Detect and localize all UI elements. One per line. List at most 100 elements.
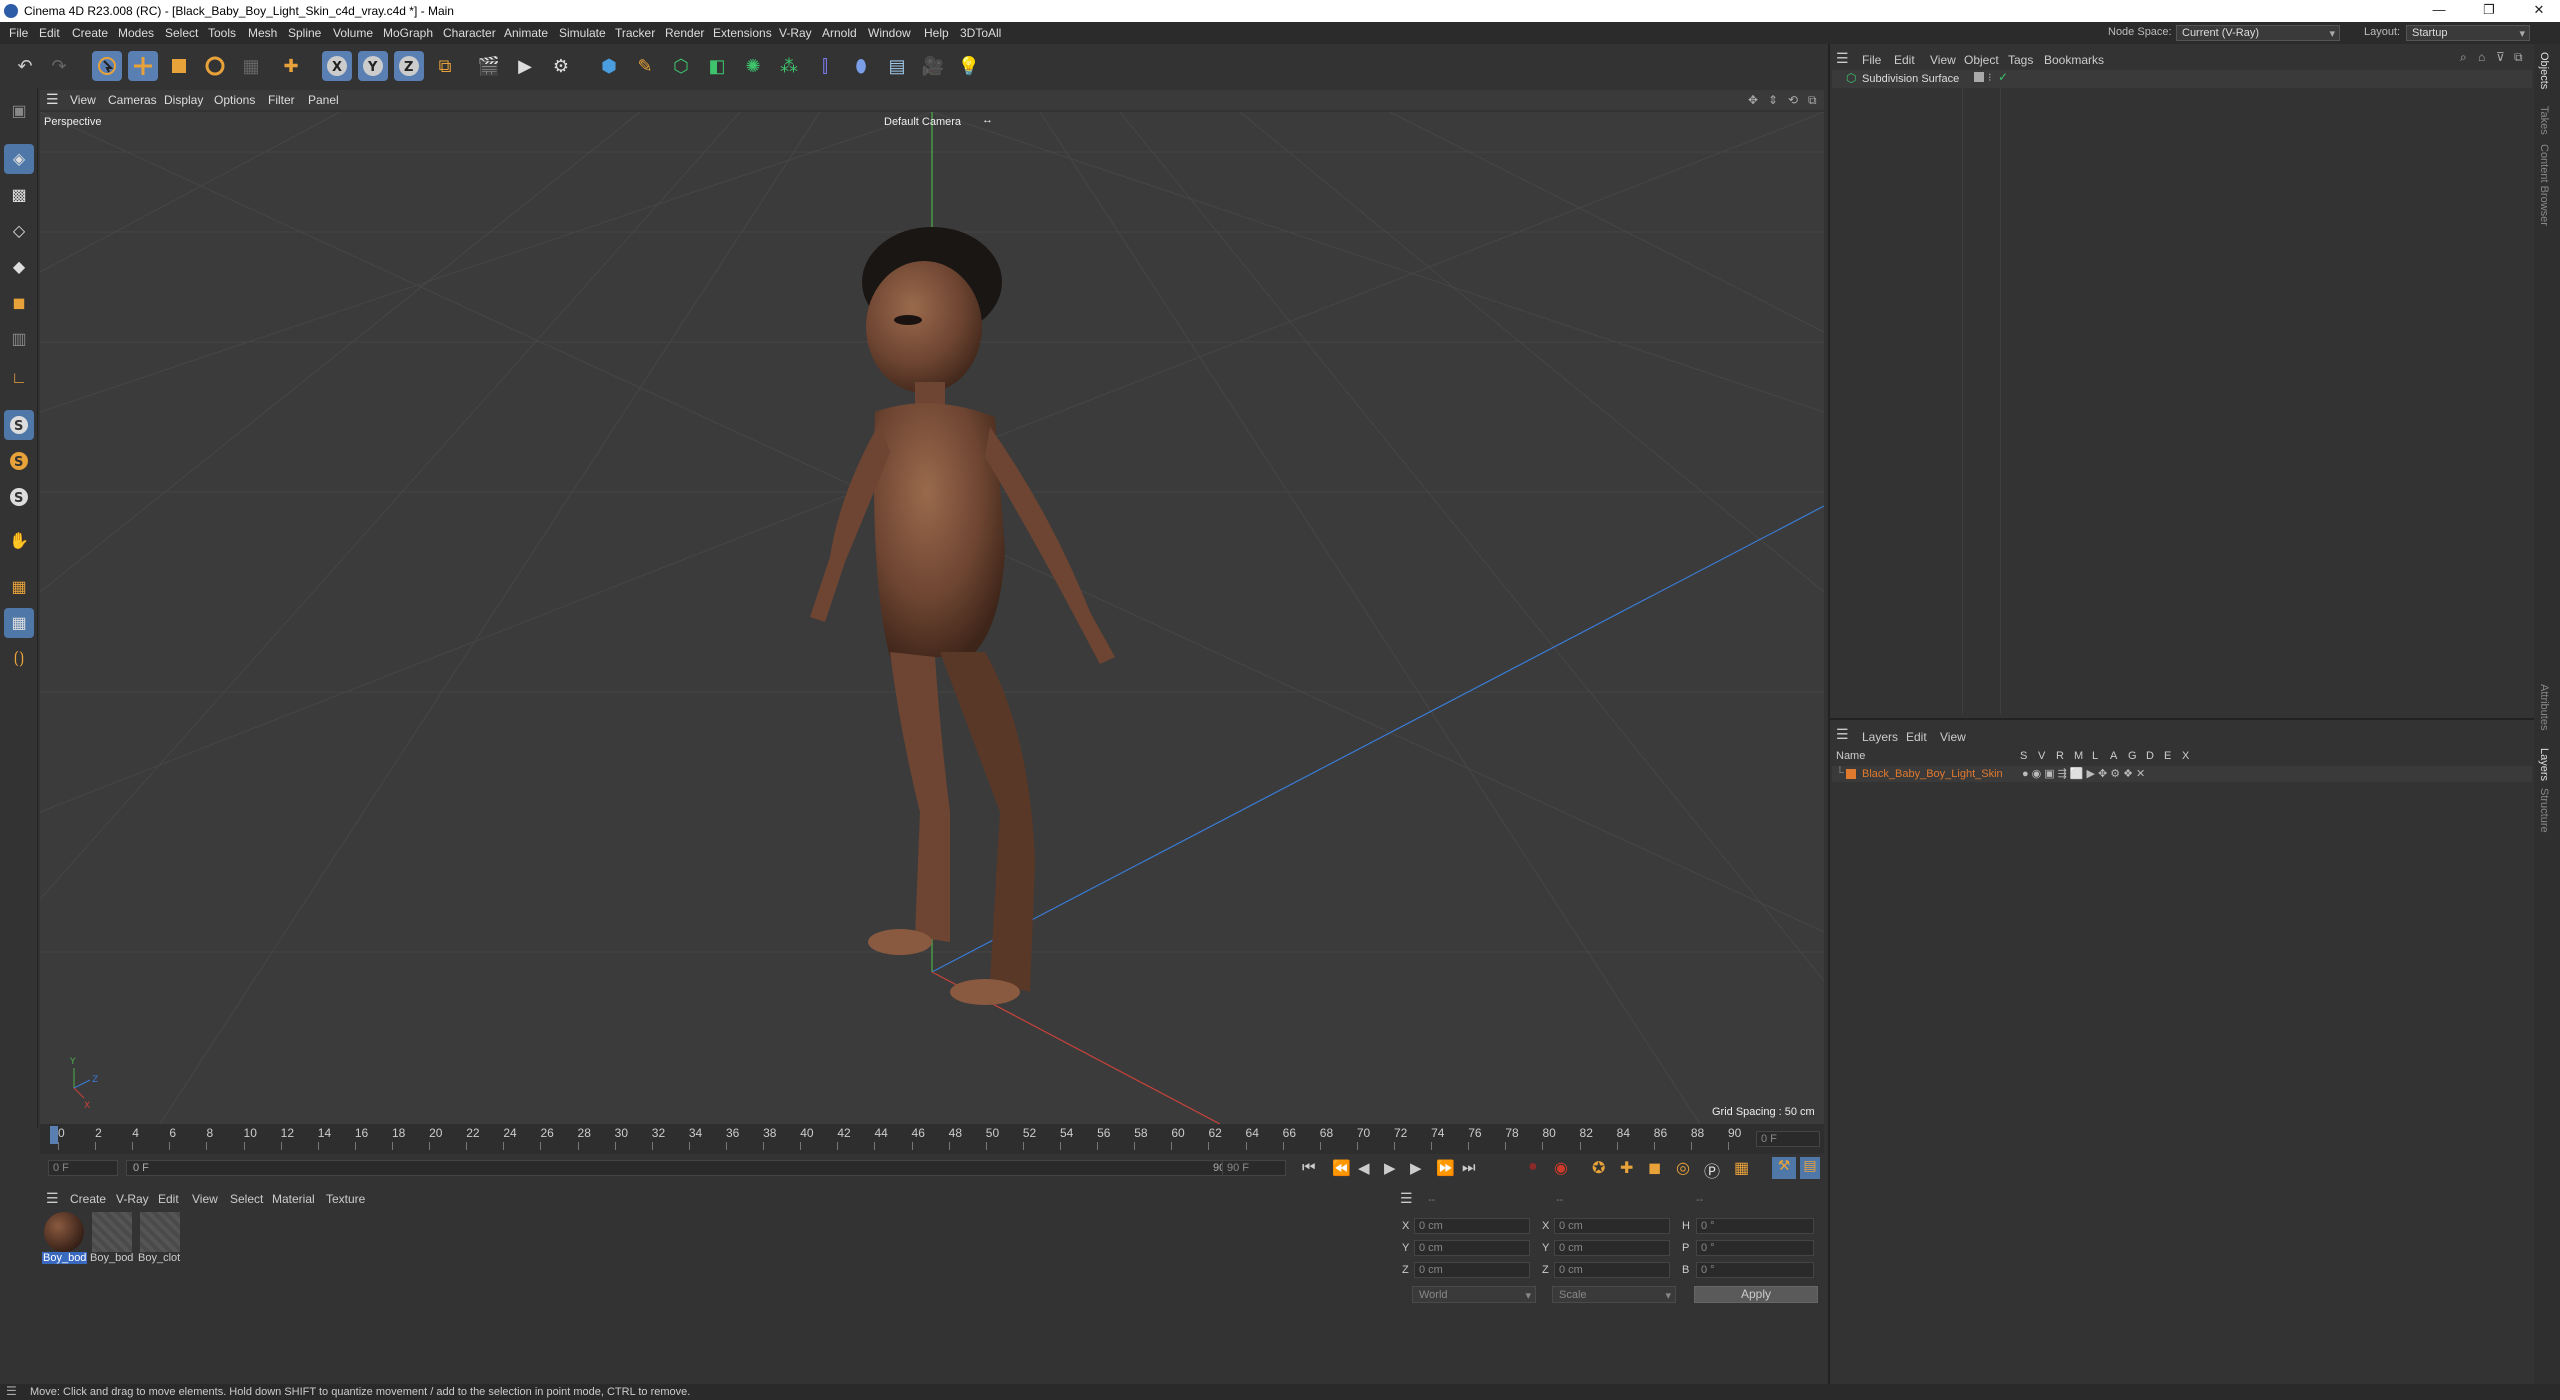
key-scale-icon[interactable]: ◼ (1648, 1158, 1661, 1178)
menu-tools[interactable]: Tools (208, 26, 236, 40)
layer-column-header[interactable]: E (2164, 750, 2171, 762)
extrude-generator-icon[interactable]: ◧ (702, 51, 732, 81)
layer-flags-icons[interactable]: ●◉▣⇶⬜▶✥⚙❖✕ (2022, 767, 2148, 780)
tab-takes[interactable]: Takes (2538, 106, 2550, 135)
workplane-snap-icon[interactable]: S (4, 482, 34, 512)
coordinate-mode-dropdown[interactable]: World ▾ (1412, 1286, 1536, 1303)
lock-workplane-icon[interactable]: ✋ (4, 526, 34, 556)
layer-color-swatch[interactable] (1846, 769, 1856, 779)
viewport-zoom-icon[interactable]: ⇕ (1768, 93, 1778, 107)
z-axis-lock-icon[interactable]: Z (394, 51, 424, 81)
viewport-move-icon[interactable]: ✥ (1748, 93, 1758, 107)
previous-frame-icon[interactable]: ◀ (1358, 1159, 1370, 1177)
menu-animate[interactable]: Animate (504, 26, 548, 40)
size-x-field[interactable]: 0 cm (1554, 1218, 1670, 1234)
cube-primitive-icon[interactable]: ⬢ (594, 51, 624, 81)
layer-column-header[interactable]: L (2092, 750, 2098, 762)
autokey-icon[interactable]: ◉ (1554, 1158, 1568, 1178)
visibility-dot-icon[interactable] (1974, 72, 1984, 82)
timeline-ruler[interactable]: 0 2 4 6 8 10 12 14 16 18 20 22 24 26 28 30 32 34 36 38 40 42 4… (40, 1124, 1824, 1154)
object-menu-file[interactable]: File (1862, 53, 1881, 67)
viewport-menu-cameras[interactable]: Cameras (108, 93, 157, 107)
hamburger-icon[interactable]: ☰ (1836, 726, 1849, 743)
grid-icon[interactable]: ▦ (4, 608, 34, 638)
baby-model[interactable] (810, 227, 1115, 1005)
3d-viewport[interactable]: Y Z X Perspective Default Camera ↔ Grid … (40, 112, 1824, 1124)
object-row[interactable]: ⬡ Subdivision Surface ⁝ ✓ (1832, 70, 2532, 88)
menu-arnold[interactable]: Arnold (822, 26, 857, 40)
previous-key-icon[interactable]: ⏪ (1332, 1159, 1351, 1177)
tab-layers[interactable]: Layers (2538, 748, 2550, 781)
coordinate-system-icon[interactable]: ⧉ (430, 51, 460, 81)
x-axis-lock-icon[interactable]: X (322, 51, 352, 81)
key-rotation-icon[interactable]: ◎ (1676, 1158, 1690, 1178)
key-parameter-icon[interactable]: Ⓟ (1704, 1158, 1720, 1182)
menu-3dtoall[interactable]: 3DToAll (960, 26, 1001, 40)
deformer-icon[interactable]: ⁂ (774, 51, 804, 81)
object-menu-object[interactable]: Object (1964, 53, 1999, 67)
y-axis-lock-icon[interactable]: Y (358, 51, 388, 81)
viewport-maximize-icon[interactable]: ⧉ (1808, 93, 1817, 108)
apply-button[interactable]: Apply (1694, 1286, 1818, 1303)
new-window-icon[interactable]: ⧉ (2514, 50, 2523, 65)
layer-column-header[interactable]: S (2020, 750, 2027, 762)
menu-render[interactable]: Render (665, 26, 704, 40)
menu-volume[interactable]: Volume (333, 26, 373, 40)
minimize-button[interactable]: — (2424, 2, 2454, 20)
axis-mode-icon[interactable]: ∟ (4, 364, 34, 394)
playhead[interactable] (50, 1126, 58, 1144)
material-menu-material[interactable]: Material (272, 1192, 315, 1206)
viewport-menu-panel[interactable]: Panel (308, 93, 339, 107)
menu-select[interactable]: Select (165, 26, 198, 40)
menu-window[interactable]: Window (868, 26, 911, 40)
node-space-dropdown[interactable]: Current (V-Ray) ▾ (2176, 25, 2340, 41)
menu-modes[interactable]: Modes (118, 26, 154, 40)
menu-mograph[interactable]: MoGraph (383, 26, 433, 40)
start-frame-field[interactable]: 0 F (48, 1160, 118, 1176)
camera-icon[interactable]: 🎥 (918, 51, 948, 81)
rot-h-field[interactable]: 0 ° (1696, 1218, 1814, 1234)
hamburger-icon[interactable]: ☰ (1836, 50, 1849, 67)
layer-menu-edit[interactable]: Edit (1906, 730, 1927, 744)
hamburger-icon[interactable]: ☰ (46, 1190, 59, 1207)
pen-spline-icon[interactable]: ✎ (630, 51, 660, 81)
size-z-field[interactable]: 0 cm (1554, 1262, 1670, 1278)
home-icon[interactable]: ⌂ (2478, 50, 2485, 64)
go-to-end-icon[interactable]: ⏭ (1462, 1159, 1476, 1176)
hamburger-icon[interactable]: ☰ (6, 1384, 17, 1398)
enabled-check-icon[interactable]: ✓ (1998, 70, 2008, 84)
layer-column-header[interactable]: G (2128, 750, 2137, 762)
object-menu-tags[interactable]: Tags (2008, 53, 2033, 67)
menu-mesh[interactable]: Mesh (248, 26, 277, 40)
menu-create[interactable]: Create (72, 26, 108, 40)
next-key-icon[interactable]: ⏩ (1436, 1159, 1455, 1177)
menu-character[interactable]: Character (443, 26, 496, 40)
viewport-menu-display[interactable]: Display (164, 93, 203, 107)
play-icon[interactable]: ▶ (1384, 1159, 1396, 1177)
rot-p-field[interactable]: 0 ° (1696, 1240, 1814, 1256)
active-camera-label[interactable]: Default Camera (884, 116, 961, 128)
scene-icon[interactable]: ⬮ (846, 51, 876, 81)
viewport-rotate-icon[interactable]: ⟲ (1788, 93, 1798, 107)
menu-vray[interactable]: V-Ray (779, 26, 812, 40)
record-icon[interactable]: ● (1528, 1158, 1538, 1176)
layer-column-header[interactable]: V (2038, 750, 2045, 762)
material-menu-texture[interactable]: Texture (326, 1192, 365, 1206)
rot-b-field[interactable]: 0 ° (1696, 1262, 1814, 1278)
object-menu-view[interactable]: View (1930, 53, 1956, 67)
key-pla-icon[interactable]: ▦ (1734, 1158, 1749, 1178)
uv-mode-icon[interactable]: ▥ (4, 324, 34, 354)
viewport-menu-view[interactable]: View (70, 93, 96, 107)
object-menu-edit[interactable]: Edit (1894, 53, 1915, 67)
rotate-tool-icon[interactable] (200, 51, 230, 81)
polygon-mode-icon[interactable]: ◼ (4, 288, 34, 318)
field-icon[interactable]: ⫿ (810, 51, 840, 81)
mograph-cloner-icon[interactable]: ✺ (738, 51, 768, 81)
menu-tracker[interactable]: Tracker (615, 26, 655, 40)
render-region-icon[interactable]: 🎬 (474, 51, 504, 81)
light-icon[interactable]: 💡 (954, 51, 984, 81)
workplane-icon[interactable]: ▦ (4, 572, 34, 602)
timeline-window-icon[interactable]: ▤ (1800, 1157, 1820, 1179)
layer-column-header[interactable]: D (2146, 750, 2154, 762)
add-transform-icon[interactable]: ✚ (276, 51, 306, 81)
